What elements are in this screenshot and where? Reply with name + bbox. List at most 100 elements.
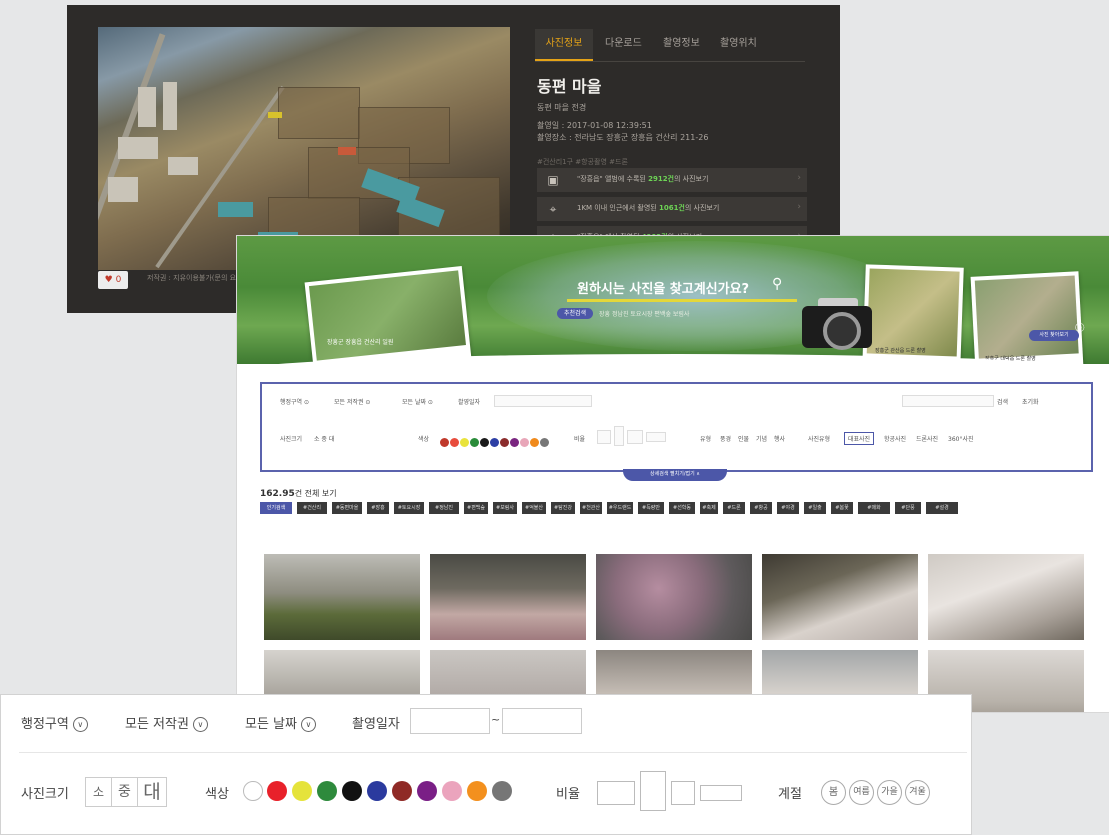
tab-shooting-info[interactable]: 촬영정보 xyxy=(663,29,700,59)
filter-type-option[interactable]: 기념 xyxy=(756,434,767,443)
tab-shooting-location[interactable]: 촬영위치 xyxy=(720,29,757,59)
color-swatch[interactable] xyxy=(450,438,459,447)
banner-photo-card[interactable] xyxy=(304,265,472,364)
tag-chip[interactable]: #동편마을 xyxy=(332,502,362,514)
color-swatch[interactable] xyxy=(490,438,499,447)
tag-chip[interactable]: #축제 xyxy=(700,502,718,514)
size-small-option[interactable]: 소 xyxy=(85,777,112,807)
tag-chip[interactable]: #토요시장 xyxy=(394,502,424,514)
filter-color-swatches[interactable] xyxy=(440,432,550,451)
tag-chip[interactable]: #야경 xyxy=(777,502,799,514)
tag-chip[interactable]: #탐진강 xyxy=(551,502,575,514)
album-link-row[interactable]: ▣ "장흥읍" 앨범에 수록된 2912건의 사진보기 › xyxy=(537,168,807,192)
filter-size-options[interactable]: 소 중 대 xyxy=(314,434,334,443)
like-button[interactable]: ♥ 0 xyxy=(98,271,128,289)
color-swatch-red[interactable] xyxy=(267,781,287,801)
tag-chip[interactable]: #천관산 xyxy=(580,502,602,514)
photo-tags[interactable]: #건산리1구 #항공촬영 #드론 xyxy=(537,157,628,167)
filter-type-option[interactable]: 행사 xyxy=(774,434,785,443)
ratio-portrait-option[interactable] xyxy=(640,771,666,811)
location-pin-icon[interactable]: ⌾ xyxy=(1075,318,1085,338)
tag-chip[interactable]: 인기검색 xyxy=(260,502,292,514)
tag-chip[interactable]: #억불산 xyxy=(522,502,546,514)
tag-chip[interactable]: #단풍 xyxy=(895,502,921,514)
tag-chip[interactable]: #봄꽃 xyxy=(831,502,853,514)
color-swatch[interactable] xyxy=(530,438,539,447)
color-swatch-pink[interactable] xyxy=(442,781,462,801)
tag-chip[interactable]: #항공 xyxy=(750,502,772,514)
filter-copyright[interactable]: 모든 저작권 ⊙ xyxy=(334,397,370,406)
photo-thumbnail[interactable] xyxy=(928,554,1084,640)
shoot-date-input[interactable] xyxy=(494,395,592,407)
color-swatch-gray[interactable] xyxy=(492,781,512,801)
filter-type-option[interactable]: 풍경 xyxy=(720,434,731,443)
size-large-option[interactable]: 대 xyxy=(137,777,167,807)
tag-chip[interactable]: #선학동 xyxy=(669,502,695,514)
banner-search-query[interactable]: 원하시는 사진을 찾고계신가요? xyxy=(577,278,749,297)
color-swatch[interactable] xyxy=(500,438,509,447)
tag-chip[interactable]: #득량만 xyxy=(638,502,664,514)
tag-chip[interactable]: #보림사 xyxy=(493,502,517,514)
color-swatch[interactable] xyxy=(440,438,449,447)
region-dropdown[interactable]: 행정구역 ∨ xyxy=(21,713,88,732)
shoot-date-start-input[interactable] xyxy=(410,708,490,734)
color-swatch[interactable] xyxy=(470,438,479,447)
filter-search-button[interactable]: 검색 xyxy=(997,397,1008,406)
season-summer-option[interactable]: 여름 xyxy=(849,780,874,805)
aerial-village-photo[interactable] xyxy=(98,27,510,270)
tab-photo-info[interactable]: 사진정보 xyxy=(535,29,593,61)
ratio-panorama-option[interactable] xyxy=(700,785,742,801)
tag-chip[interactable]: #설경 xyxy=(926,502,958,514)
copyright-dropdown[interactable]: 모든 저작권 ∨ xyxy=(125,713,208,732)
tag-chip[interactable]: #매화 xyxy=(858,502,890,514)
tag-chip[interactable]: #일출 xyxy=(804,502,826,514)
color-swatch-black[interactable] xyxy=(342,781,362,801)
explore-badge[interactable]: 사진 찾아보기 xyxy=(1029,330,1079,341)
color-swatch-purple[interactable] xyxy=(417,781,437,801)
recommend-keywords[interactable]: 장흥 정남진 토요시장 편백숲 보림사 xyxy=(599,309,689,318)
photo-thumbnail[interactable] xyxy=(430,554,586,640)
ratio-landscape-option[interactable] xyxy=(597,781,635,805)
color-swatch[interactable] xyxy=(520,438,529,447)
search-icon[interactable]: ⚲ xyxy=(772,276,782,292)
filter-type-option[interactable]: 인물 xyxy=(738,434,749,443)
size-medium-option[interactable]: 중 xyxy=(111,777,138,807)
filter-photo-type-option[interactable]: 360°사진 xyxy=(948,434,974,443)
season-spring-option[interactable]: 봄 xyxy=(821,780,846,805)
banner-photo-card[interactable] xyxy=(970,271,1084,364)
filter-region[interactable]: 행정구역 ⊙ xyxy=(280,397,309,406)
tag-chip[interactable]: #정남진 xyxy=(429,502,459,514)
color-swatch-blue[interactable] xyxy=(367,781,387,801)
photo-thumbnail[interactable] xyxy=(596,554,752,640)
tag-chip[interactable]: #우드랜드 xyxy=(607,502,633,514)
color-swatch[interactable] xyxy=(480,438,489,447)
ratio-square-option[interactable] xyxy=(671,781,695,805)
shoot-date-end-input[interactable] xyxy=(502,708,582,734)
filter-photo-type-option[interactable]: 드론사진 xyxy=(916,434,938,443)
filter-photo-type-option[interactable]: 항공사진 xyxy=(884,434,906,443)
color-swatch-yellow[interactable] xyxy=(292,781,312,801)
color-swatch-white[interactable] xyxy=(243,781,263,801)
filter-date[interactable]: 모든 날짜 ⊙ xyxy=(402,397,433,406)
tag-chip[interactable]: #드론 xyxy=(723,502,745,514)
ratio-option[interactable] xyxy=(627,430,643,444)
color-swatch-orange[interactable] xyxy=(467,781,487,801)
color-swatch[interactable] xyxy=(540,438,549,447)
ratio-option[interactable] xyxy=(597,430,611,444)
photo-thumbnail[interactable] xyxy=(762,554,918,640)
ratio-option[interactable] xyxy=(614,426,624,446)
color-swatch-brown[interactable] xyxy=(392,781,412,801)
filter-reset-button[interactable]: 초기화 xyxy=(1022,397,1039,406)
tag-chip[interactable]: #장흥 xyxy=(367,502,389,514)
photo-thumbnail[interactable] xyxy=(264,554,420,640)
tab-download[interactable]: 다운로드 xyxy=(605,29,642,59)
season-autumn-option[interactable]: 가을 xyxy=(877,780,902,805)
expand-filter-button[interactable]: 상세검색 펼치기/접기 ∧ xyxy=(623,469,727,481)
tag-chip[interactable]: #편백숲 xyxy=(464,502,488,514)
nearby-link-row[interactable]: ⌖ 1KM 이내 인근에서 촬영된 1061건의 사진보기 › xyxy=(537,197,807,221)
color-swatch[interactable] xyxy=(510,438,519,447)
color-swatch[interactable] xyxy=(460,438,469,447)
keyword-input[interactable] xyxy=(902,395,994,407)
filter-photo-type-option[interactable]: 대표사진 xyxy=(844,432,875,445)
date-dropdown[interactable]: 모든 날짜 ∨ xyxy=(245,713,316,732)
